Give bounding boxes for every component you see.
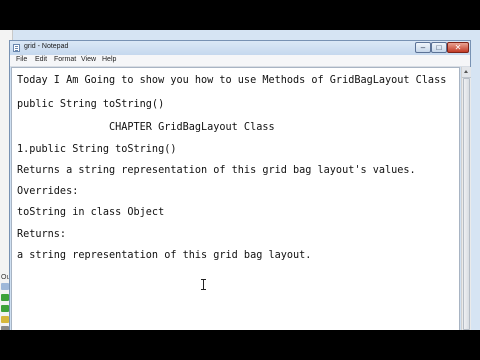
document-line: Returns: xyxy=(17,229,67,240)
screen: Ou grid - Notepad – □ ✕ File Edit Format… xyxy=(0,30,480,330)
window-title: grid - Notepad xyxy=(24,43,69,50)
document-line: toString in class Object xyxy=(17,207,165,218)
scrollbar-thumb[interactable] xyxy=(463,78,470,330)
document-line: Overrides: xyxy=(17,186,79,197)
document-line: Returns a string representation of this … xyxy=(17,165,416,176)
document-line: public String toString() xyxy=(17,99,165,110)
run-icon[interactable] xyxy=(1,305,9,312)
notepad-window: grid - Notepad – □ ✕ File Edit Format Vi… xyxy=(9,40,471,330)
close-button[interactable]: ✕ xyxy=(447,42,469,53)
vertical-scrollbar[interactable] xyxy=(461,67,471,330)
output-icon[interactable] xyxy=(1,283,9,290)
document-line: a string representation of this grid bag… xyxy=(17,250,312,261)
text-cursor-icon xyxy=(201,279,206,290)
minimize-button[interactable]: – xyxy=(415,42,431,53)
text-editor[interactable]: Today I Am Going to show you how to use … xyxy=(11,67,460,330)
menu-format[interactable]: Format xyxy=(54,56,76,63)
document-line: 1.public String toString() xyxy=(17,144,177,155)
debug-icon[interactable] xyxy=(1,316,9,323)
document-line: Today I Am Going to show you how to use … xyxy=(17,75,447,86)
title-bar[interactable]: grid - Notepad – □ ✕ xyxy=(10,41,470,55)
stop-icon[interactable] xyxy=(1,326,9,330)
run-icon[interactable] xyxy=(1,294,9,301)
scroll-up-icon[interactable] xyxy=(462,67,471,78)
menu-edit[interactable]: Edit xyxy=(35,56,47,63)
maximize-button[interactable]: □ xyxy=(431,42,447,53)
notepad-icon[interactable] xyxy=(13,44,20,52)
menu-bar: File Edit Format View Help xyxy=(10,55,470,67)
menu-help[interactable]: Help xyxy=(102,56,116,63)
document-line: CHAPTER GridBagLayout Class xyxy=(17,122,275,133)
menu-view[interactable]: View xyxy=(81,56,96,63)
menu-file[interactable]: File xyxy=(16,56,27,63)
